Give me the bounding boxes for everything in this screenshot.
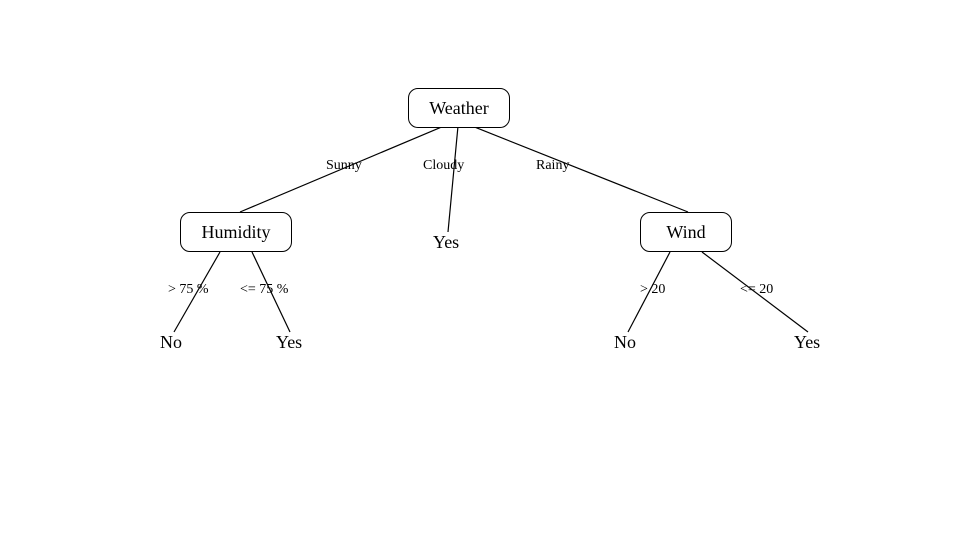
leaf-cloudy-yes: Yes	[433, 232, 459, 253]
edge-label-humidity-le: <= 75 %	[240, 282, 288, 298]
leaf-humidity-no: No	[160, 332, 182, 353]
node-wind-label: Wind	[666, 222, 705, 243]
node-weather-label: Weather	[429, 98, 489, 119]
leaf-wind-no: No	[614, 332, 636, 353]
node-weather: Weather	[408, 88, 510, 128]
edge-label-sunny: Sunny	[326, 158, 362, 174]
node-wind: Wind	[640, 212, 732, 252]
edge-label-cloudy: Cloudy	[423, 158, 464, 174]
node-humidity-label: Humidity	[201, 222, 270, 243]
leaf-humidity-yes: Yes	[276, 332, 302, 353]
edge-label-wind-gt: > 20	[640, 282, 665, 298]
node-humidity: Humidity	[180, 212, 292, 252]
edge-label-humidity-gt: > 75 %	[168, 282, 209, 298]
edge-label-wind-le: <= 20	[740, 282, 773, 298]
edges-layer	[0, 0, 960, 540]
leaf-wind-yes: Yes	[794, 332, 820, 353]
edge-label-rainy: Rainy	[536, 158, 569, 174]
decision-tree-diagram: { "chart_data": { "type": "decision-tree…	[0, 0, 960, 540]
edge-weather-cloudy	[448, 126, 458, 232]
edge-weather-wind	[472, 126, 688, 212]
